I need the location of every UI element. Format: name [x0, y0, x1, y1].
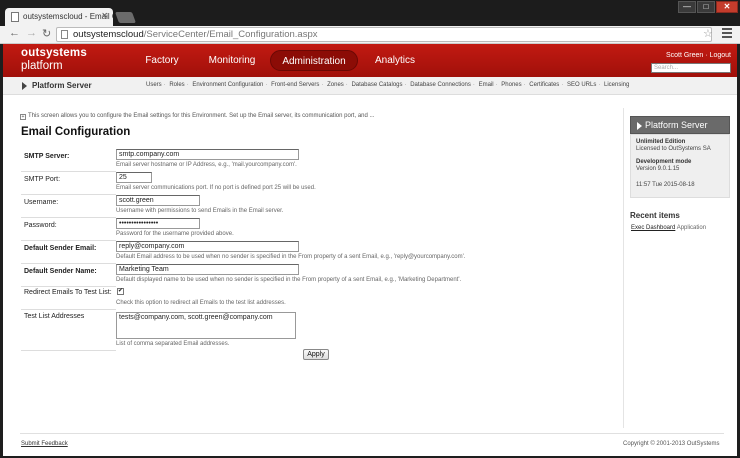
sender-name-input[interactable]: Marketing Team — [116, 264, 299, 275]
subnav-licensing[interactable]: Licensing — [604, 82, 629, 88]
close-window-button[interactable]: ✕ — [716, 1, 738, 13]
platform-server-arrow-icon — [22, 82, 27, 90]
smtp-server-input[interactable]: smtp.company.com — [116, 149, 299, 160]
maximize-button[interactable]: □ — [697, 1, 715, 13]
subnav-roles[interactable]: Roles — [169, 82, 184, 88]
search-input[interactable]: Search... — [651, 63, 731, 73]
recent-item-link[interactable]: Exec Dashboard — [631, 225, 675, 231]
url-host: outsystemscloud — [73, 29, 144, 40]
test-list-hint: List of comma separated Email addresses. — [116, 341, 230, 347]
sidebar-arrow-icon — [637, 122, 642, 130]
close-tab-icon[interactable]: ✕ — [101, 11, 108, 20]
recent-item-kind: Application — [676, 225, 707, 231]
sender-name-label: Default Sender Name: — [24, 268, 97, 275]
minimize-button[interactable]: — — [678, 1, 696, 13]
username-hint: Username with permissions to send Emails… — [116, 208, 284, 214]
browser-tab-title: outsystemscloud - Email C — [23, 12, 113, 21]
sender-name-hint: Default displayed name to be used when n… — [116, 277, 462, 283]
page-icon — [61, 30, 68, 39]
browser-tab[interactable]: outsystemscloud - Email C ✕ — [5, 8, 113, 26]
bookmark-star-icon[interactable]: ☆ — [703, 27, 713, 40]
expand-icon[interactable]: + — [20, 114, 26, 120]
smtp-port-hint: Email server communications port. If no … — [116, 185, 316, 191]
reload-icon[interactable]: ↻ — [42, 27, 51, 40]
address-bar[interactable]: outsystemscloud/ServiceCenter/Email_Conf… — [56, 27, 712, 42]
sub-navigation: Platform Server Users · Roles · Environmen… — [3, 77, 737, 95]
username-label: Username: — [24, 199, 59, 206]
footer-divider — [20, 433, 724, 434]
submit-feedback-link[interactable]: Submit Feedback — [21, 441, 68, 447]
forward-arrow-icon[interactable]: → — [26, 27, 37, 39]
sender-email-input[interactable]: reply@company.com — [116, 241, 299, 252]
page-content: outsystems platform Factory Monitoring A… — [3, 44, 737, 456]
subnav-email[interactable]: Email — [479, 82, 494, 88]
copyright-text: Copyright © 2001-2013 OutSystems — [623, 441, 720, 447]
recent-item: Exec Dashboard Application — [631, 225, 706, 231]
new-tab-button[interactable] — [114, 12, 137, 23]
intro-text-content: This screen allows you to configure the … — [28, 113, 375, 119]
subnav-front-end-servers[interactable]: Front-end Servers — [271, 82, 319, 88]
recent-items-title: Recent items — [630, 211, 680, 220]
url-path: /ServiceCenter/Email_Configuration.aspx — [143, 29, 318, 40]
page-favicon-icon — [11, 12, 19, 22]
smtp-server-label: SMTP Server: — [24, 153, 70, 160]
redirect-checkbox[interactable]: ✔ — [117, 288, 124, 295]
smtp-server-hint: Email server hostname or IP Address, e.g… — [116, 162, 297, 168]
password-label: Password: — [24, 222, 57, 229]
nav-monitoring[interactable]: Monitoring — [200, 50, 264, 71]
mode-text: Development mode — [636, 159, 692, 165]
timestamp-text: 11:57 Tue 2015-08-18 — [636, 182, 695, 188]
logout-link[interactable]: Logout — [710, 52, 731, 59]
platform-server-label: Platform Server — [32, 81, 92, 90]
nav-administration[interactable]: Administration — [270, 50, 358, 71]
subnav-certificates[interactable]: Certificates — [529, 82, 559, 88]
subnav-users[interactable]: Users — [146, 82, 162, 88]
logo-outsystems[interactable]: outsystems — [21, 47, 87, 59]
test-list-label: Test List Addresses — [24, 313, 85, 320]
username-input[interactable]: scott.green — [116, 195, 200, 206]
user-links-separator: · — [705, 52, 708, 59]
redirect-label: Redirect Emails To Test List: — [24, 289, 112, 296]
smtp-port-input[interactable]: 25 — [116, 172, 152, 183]
smtp-port-label: SMTP Port: — [24, 176, 61, 183]
licensed-text: Licensed to OutSystems SA — [636, 146, 711, 152]
version-text: Version 9.0.1.15 — [636, 166, 680, 172]
apply-button[interactable]: Apply — [303, 349, 329, 360]
sidebar-header: Platform Server — [630, 116, 730, 134]
browser-titlebar: outsystemscloud - Email C ✕ — □ ✕ — [0, 0, 740, 26]
password-hint: Password for the username provided above… — [116, 231, 234, 237]
test-list-textarea[interactable]: tests@company.com, scott.green@company.c… — [116, 312, 296, 339]
redirect-hint: Check this option to redirect all Emails… — [116, 300, 286, 306]
intro-text: + This screen allows you to configure the… — [20, 113, 375, 120]
sender-email-label: Default Sender Email: — [24, 245, 97, 252]
subnav-phones[interactable]: Phones — [501, 82, 521, 88]
page-title: Email Configuration — [21, 126, 131, 138]
subnav-seo-urls[interactable]: SEO URLs — [567, 82, 596, 88]
nav-factory[interactable]: Factory — [131, 50, 193, 71]
subnav-links: Users · Roles · Environment Configuration ·… — [146, 82, 630, 88]
user-name-link[interactable]: Scott Green — [666, 52, 703, 59]
server-info-box: Unlimited Edition Licensed to OutSystems… — [630, 134, 730, 198]
subnav-environment-configuration[interactable]: Environment Configuration — [192, 82, 263, 88]
sidebar-title: Platform Server — [645, 120, 708, 130]
user-links: Scott Green · Logout — [666, 52, 731, 59]
app-header: outsystems platform Factory Monitoring A… — [3, 44, 737, 77]
browser-menu-icon[interactable] — [722, 28, 732, 40]
password-input[interactable]: •••••••••••••••• — [116, 218, 200, 229]
browser-toolbar: ← → ↻ outsystemscloud/ServiceCenter/Emai… — [0, 26, 740, 44]
subnav-zones[interactable]: Zones — [327, 82, 344, 88]
nav-analytics[interactable]: Analytics — [365, 50, 425, 71]
subnav-database-catalogs[interactable]: Database Catalogs — [351, 82, 402, 88]
sidebar-divider — [623, 108, 624, 428]
back-arrow-icon[interactable]: ← — [9, 27, 20, 39]
logo-platform: platform — [21, 60, 63, 72]
sender-email-hint: Default Email address to be used when no… — [116, 254, 466, 260]
subnav-database-connections[interactable]: Database Connections — [410, 82, 471, 88]
edition-text: Unlimited Edition — [636, 139, 686, 145]
